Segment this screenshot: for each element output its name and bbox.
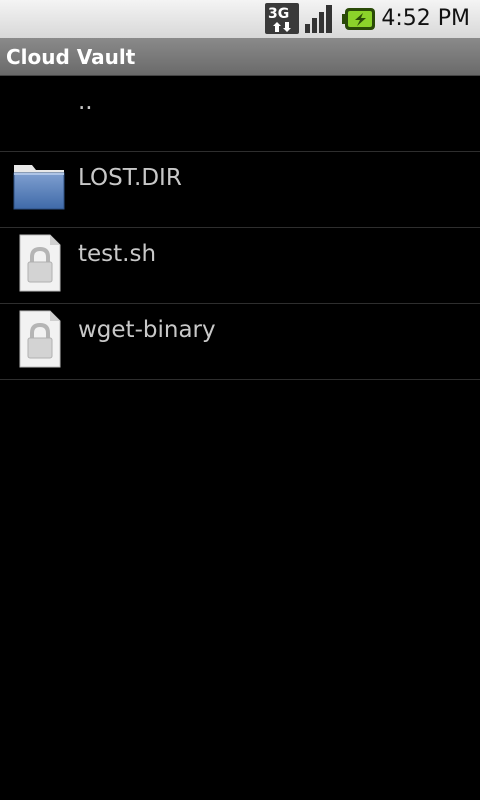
file-name: test.sh <box>78 241 157 267</box>
locked-file-icon <box>19 310 61 368</box>
signal-strength-icon <box>305 5 332 33</box>
file-name: .. <box>78 89 93 115</box>
file-name: LOST.DIR <box>78 165 182 191</box>
network-3g-icon: 3G <box>265 3 299 34</box>
file-list: .. LOST.DIR test.sh wget-binary <box>0 76 480 380</box>
list-item-test-sh[interactable]: test.sh <box>0 228 480 304</box>
battery-charging-icon <box>342 8 375 30</box>
list-item-parent-directory[interactable]: .. <box>0 76 480 152</box>
app-title-bar: Cloud Vault <box>0 38 480 76</box>
status-bar: 3G 4:52 PM <box>0 0 480 38</box>
app-title: Cloud Vault <box>6 45 136 69</box>
svg-text:3G: 3G <box>268 6 289 22</box>
folder-icon <box>13 165 65 210</box>
status-clock: 4:52 PM <box>381 6 470 31</box>
locked-file-icon <box>19 234 61 292</box>
list-item-lost-dir[interactable]: LOST.DIR <box>0 152 480 228</box>
file-name: wget-binary <box>78 317 216 343</box>
list-item-wget-binary[interactable]: wget-binary <box>0 304 480 380</box>
